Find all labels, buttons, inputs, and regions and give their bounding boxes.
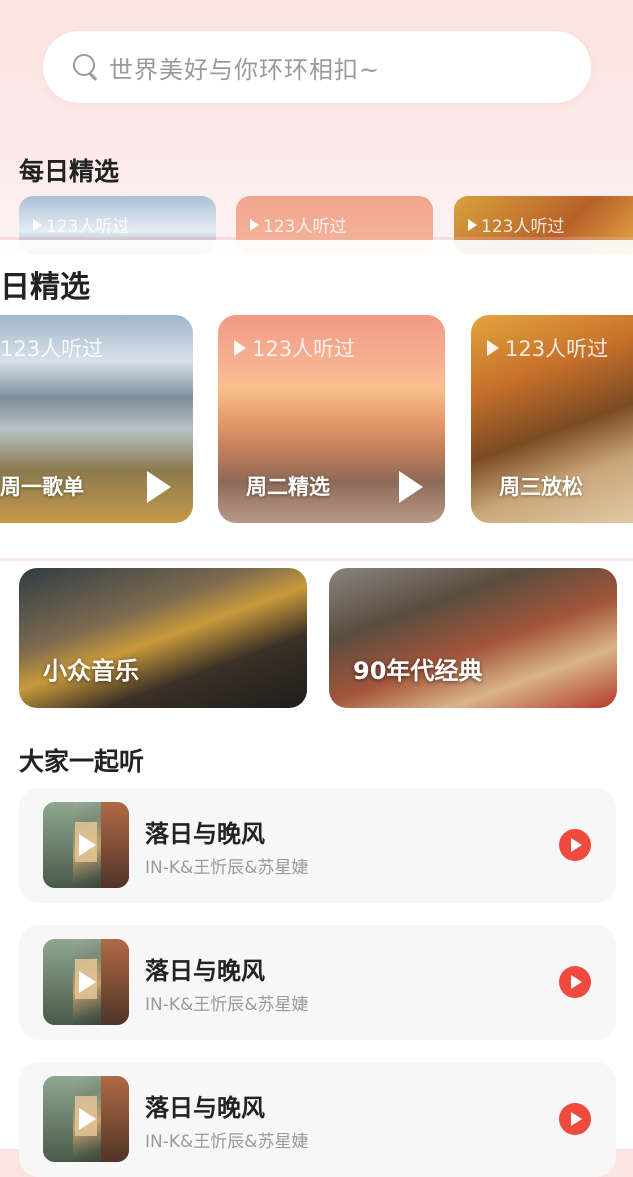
song-cover[interactable]: [43, 939, 129, 1025]
listen-count: 123人听过: [0, 337, 104, 361]
listen-count: 123人听过: [468, 212, 564, 237]
search-placeholder: 世界美好与你环环相扣~: [109, 55, 381, 84]
search-icon: [71, 52, 101, 82]
listen-count: 123人听过: [234, 333, 355, 363]
song-cover[interactable]: [43, 1076, 129, 1162]
listen-count: 123人听过: [250, 212, 346, 237]
play-small-icon: [487, 340, 499, 356]
play-icon: [79, 834, 96, 856]
song-artist: IN-K&王忻辰&苏星婕: [145, 995, 309, 1015]
category-label: 小众音乐: [43, 657, 139, 685]
daily-card-wednesday[interactable]: 123人听过 周三放松: [471, 315, 633, 523]
play-small-icon: [234, 340, 246, 356]
song-title: 落日与晚风: [145, 1094, 265, 1122]
play-small-icon: [250, 218, 259, 231]
daily-card-monday[interactable]: 123人听过 周一歌单: [0, 315, 193, 523]
category-card-90s-classics[interactable]: 90年代经典: [329, 568, 617, 708]
song-title: 落日与晚风: [145, 820, 265, 848]
song-item[interactable]: 落日与晚风 IN-K&王忻辰&苏星婕: [19, 925, 616, 1040]
play-icon[interactable]: [147, 471, 171, 503]
daily-card-tuesday[interactable]: 123人听过 周二精选: [218, 315, 445, 523]
play-icon: [79, 971, 96, 993]
song-cover[interactable]: [43, 802, 129, 888]
listen-count: 123人听过: [487, 333, 608, 363]
daily-card-label: 周一歌单: [0, 475, 84, 499]
daily-section-title-enlarged: 日精选: [0, 270, 90, 305]
song-item[interactable]: 落日与晚风 IN-K&王忻辰&苏星婕: [19, 788, 616, 903]
daily-card-label: 周二精选: [246, 475, 330, 499]
song-item[interactable]: 落日与晚风 IN-K&王忻辰&苏星婕: [19, 1062, 616, 1177]
category-card-niche-music[interactable]: 小众音乐: [19, 568, 307, 708]
together-section-title: 大家一起听: [19, 747, 145, 776]
play-icon[interactable]: [399, 471, 423, 503]
song-title: 落日与晚风: [145, 957, 265, 985]
play-icon: [79, 1108, 96, 1130]
play-small-icon: [468, 218, 477, 231]
play-small-icon: [33, 218, 42, 231]
song-artist: IN-K&王忻辰&苏星婕: [145, 858, 309, 878]
play-button[interactable]: [559, 829, 591, 861]
daily-card-label: 周三放松: [499, 475, 583, 499]
play-button[interactable]: [559, 966, 591, 998]
search-bar[interactable]: 世界美好与你环环相扣~: [43, 31, 591, 103]
category-label: 90年代经典: [353, 657, 483, 685]
song-artist: IN-K&王忻辰&苏星婕: [145, 1132, 309, 1152]
daily-section-title: 每日精选: [19, 157, 120, 186]
listen-count: 123人听过: [33, 212, 129, 237]
play-button[interactable]: [559, 1103, 591, 1135]
